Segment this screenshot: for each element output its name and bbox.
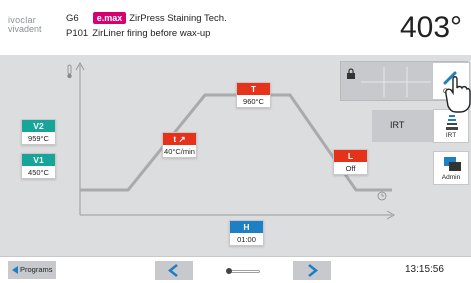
- header: ivoclar vivadent G6 e.max ZirPress Stainin…: [0, 0, 471, 55]
- logo-line2: vivadent: [8, 24, 42, 34]
- param-cooling-value: Off: [345, 164, 356, 173]
- back-arrow-icon: [12, 266, 18, 274]
- irt-label: IRT: [390, 120, 405, 130]
- chevron-right-icon: [308, 264, 319, 277]
- program-name: ZirPress Staining Tech.: [129, 13, 227, 24]
- prev-page-button[interactable]: [155, 261, 193, 280]
- param-v2-title: V2: [22, 120, 55, 132]
- header-line2: P101 ZirLiner firing before wax-up: [66, 28, 210, 39]
- lock-grid: [361, 67, 431, 97]
- next-page-button[interactable]: [293, 261, 331, 280]
- param-heating-rate-title: t ↗: [163, 133, 196, 145]
- temperature-curve: [80, 93, 392, 192]
- admin-button[interactable]: Admin: [433, 151, 469, 185]
- clock-icon: [377, 191, 387, 201]
- param-v1-tile[interactable]: V1 450°C: [21, 153, 56, 179]
- param-hold-temp-tile[interactable]: T 960°C: [236, 82, 271, 108]
- param-v2-tile[interactable]: V2 959°C: [21, 119, 56, 145]
- thermometer-icon: [67, 64, 72, 79]
- param-v1-value: 450°C: [28, 168, 49, 177]
- clock: 13:15:56: [405, 264, 444, 275]
- param-heating-rate-value: 40°C/min: [164, 147, 195, 156]
- programs-label: Programs: [20, 265, 53, 274]
- ivoclar-logo: ivoclar vivadent: [8, 16, 58, 34]
- admin-icon: [444, 157, 461, 171]
- page-indicator-dot: [226, 268, 232, 274]
- param-hold-temp-value: 960°C: [243, 97, 264, 106]
- furnace-id: G6: [66, 13, 79, 24]
- param-cooling-title: L: [334, 150, 367, 162]
- param-hold-temp-title: T: [237, 83, 270, 95]
- page-indicator: [228, 270, 260, 273]
- temperature-readout: 403°: [400, 11, 463, 44]
- program-description: ZirLiner firing before wax-up: [92, 28, 211, 39]
- param-heating-rate-tile[interactable]: t ↗ 40°C/min: [162, 132, 197, 158]
- irt-icon: [446, 115, 458, 130]
- program-id: P101: [66, 28, 89, 39]
- param-cooling-tile[interactable]: L Off: [333, 149, 368, 175]
- programs-button[interactable]: Programs: [8, 261, 56, 279]
- irt-button[interactable]: IRT: [433, 109, 469, 143]
- header-line1: G6 e.max ZirPress Staining Tech.: [66, 12, 227, 24]
- param-v2-value: 959°C: [28, 134, 49, 143]
- emax-badge: e.max: [92, 12, 127, 24]
- irt-button-label: IRT: [445, 132, 457, 139]
- footer: Programs 13:15:56: [0, 256, 471, 283]
- hand-pointer-icon: [445, 76, 471, 113]
- param-hold-time-value: 01:00: [237, 235, 256, 244]
- param-v1-title: V1: [22, 154, 55, 166]
- param-hold-time-title: H: [230, 221, 263, 233]
- chevron-left-icon: [167, 264, 178, 277]
- lock-icon: [347, 68, 355, 79]
- param-hold-time-tile[interactable]: H 01:00: [229, 220, 264, 246]
- admin-label: Admin: [441, 174, 461, 181]
